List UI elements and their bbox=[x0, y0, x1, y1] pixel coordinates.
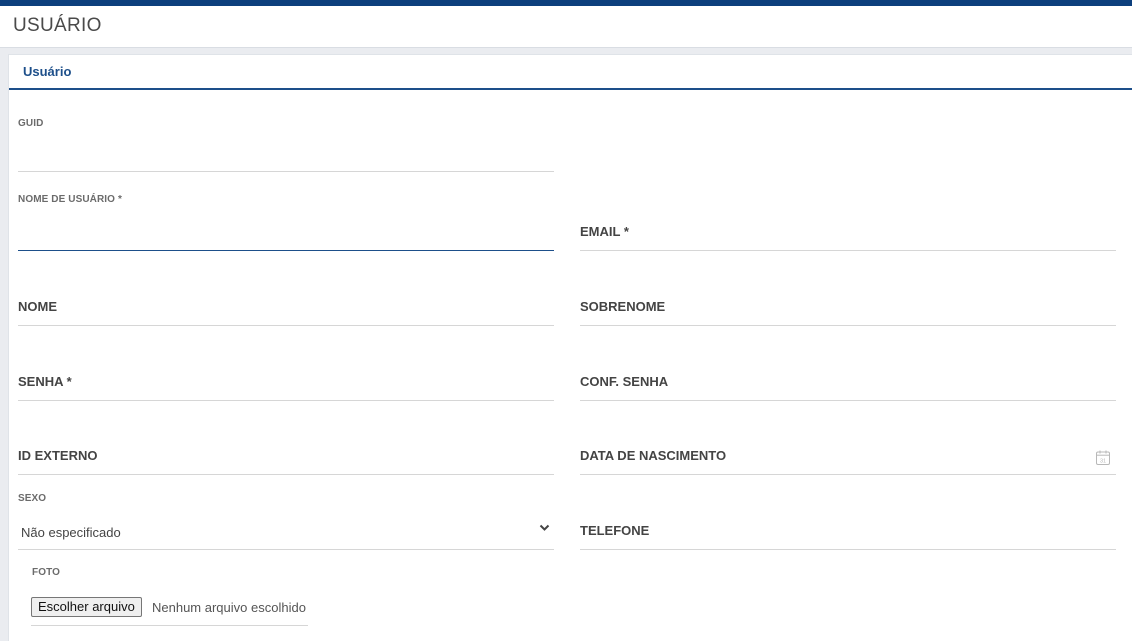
username-label: NOME DE USUÁRIO * bbox=[18, 194, 122, 205]
username-field[interactable] bbox=[18, 221, 554, 251]
chevron-down-icon[interactable] bbox=[539, 524, 550, 532]
confirm-password-field[interactable]: CONF. SENHA bbox=[580, 371, 1116, 401]
birth-date-input[interactable] bbox=[580, 448, 1114, 472]
card-title: Usuário bbox=[23, 64, 72, 79]
calendar-icon[interactable]: 31 bbox=[1096, 450, 1110, 465]
choose-file-button[interactable]: Escolher arquivo bbox=[31, 597, 142, 617]
page-header: USUÁRIO bbox=[0, 6, 1132, 48]
email-field[interactable]: EMAIL * bbox=[580, 221, 1116, 251]
first-name-input[interactable] bbox=[18, 299, 552, 323]
last-name-field[interactable]: SOBRENOME bbox=[580, 296, 1116, 326]
file-status-text: Nenhum arquivo escolhido bbox=[152, 600, 306, 615]
phone-field[interactable]: TELEFONE bbox=[580, 519, 1116, 550]
username-label-text: NOME DE USUÁRIO bbox=[18, 194, 116, 205]
sex-select[interactable]: Não especificado bbox=[18, 515, 554, 550]
last-name-input[interactable] bbox=[580, 299, 1114, 323]
password-input[interactable] bbox=[18, 374, 552, 398]
username-input[interactable] bbox=[18, 224, 552, 248]
guid-input bbox=[18, 145, 552, 169]
confirm-password-input[interactable] bbox=[580, 374, 1114, 398]
phone-input[interactable] bbox=[580, 523, 1114, 547]
page-title: USUÁRIO bbox=[13, 15, 102, 36]
external-id-field[interactable]: ID EXTERNO bbox=[18, 445, 554, 475]
email-input[interactable] bbox=[580, 224, 1114, 248]
photo-field-underline bbox=[31, 625, 308, 626]
svg-text:31: 31 bbox=[1100, 459, 1106, 465]
external-id-input[interactable] bbox=[18, 448, 552, 472]
sex-selected-value: Não especificado bbox=[21, 525, 121, 540]
guid-field bbox=[18, 141, 554, 172]
card-header: Usuário bbox=[9, 55, 1132, 90]
username-required-mark: * bbox=[117, 194, 122, 205]
birth-date-field[interactable]: DATA DE NASCIMENTO 31 bbox=[580, 445, 1116, 475]
guid-label: GUID bbox=[18, 118, 44, 129]
user-form-card: Usuário GUID NOME DE USUÁRIO * EMAIL * N… bbox=[8, 54, 1132, 641]
photo-label: FOTO bbox=[32, 567, 60, 578]
password-field[interactable]: SENHA * bbox=[18, 371, 554, 401]
first-name-field[interactable]: NOME bbox=[18, 296, 554, 326]
sex-label: SEXO bbox=[18, 493, 47, 504]
